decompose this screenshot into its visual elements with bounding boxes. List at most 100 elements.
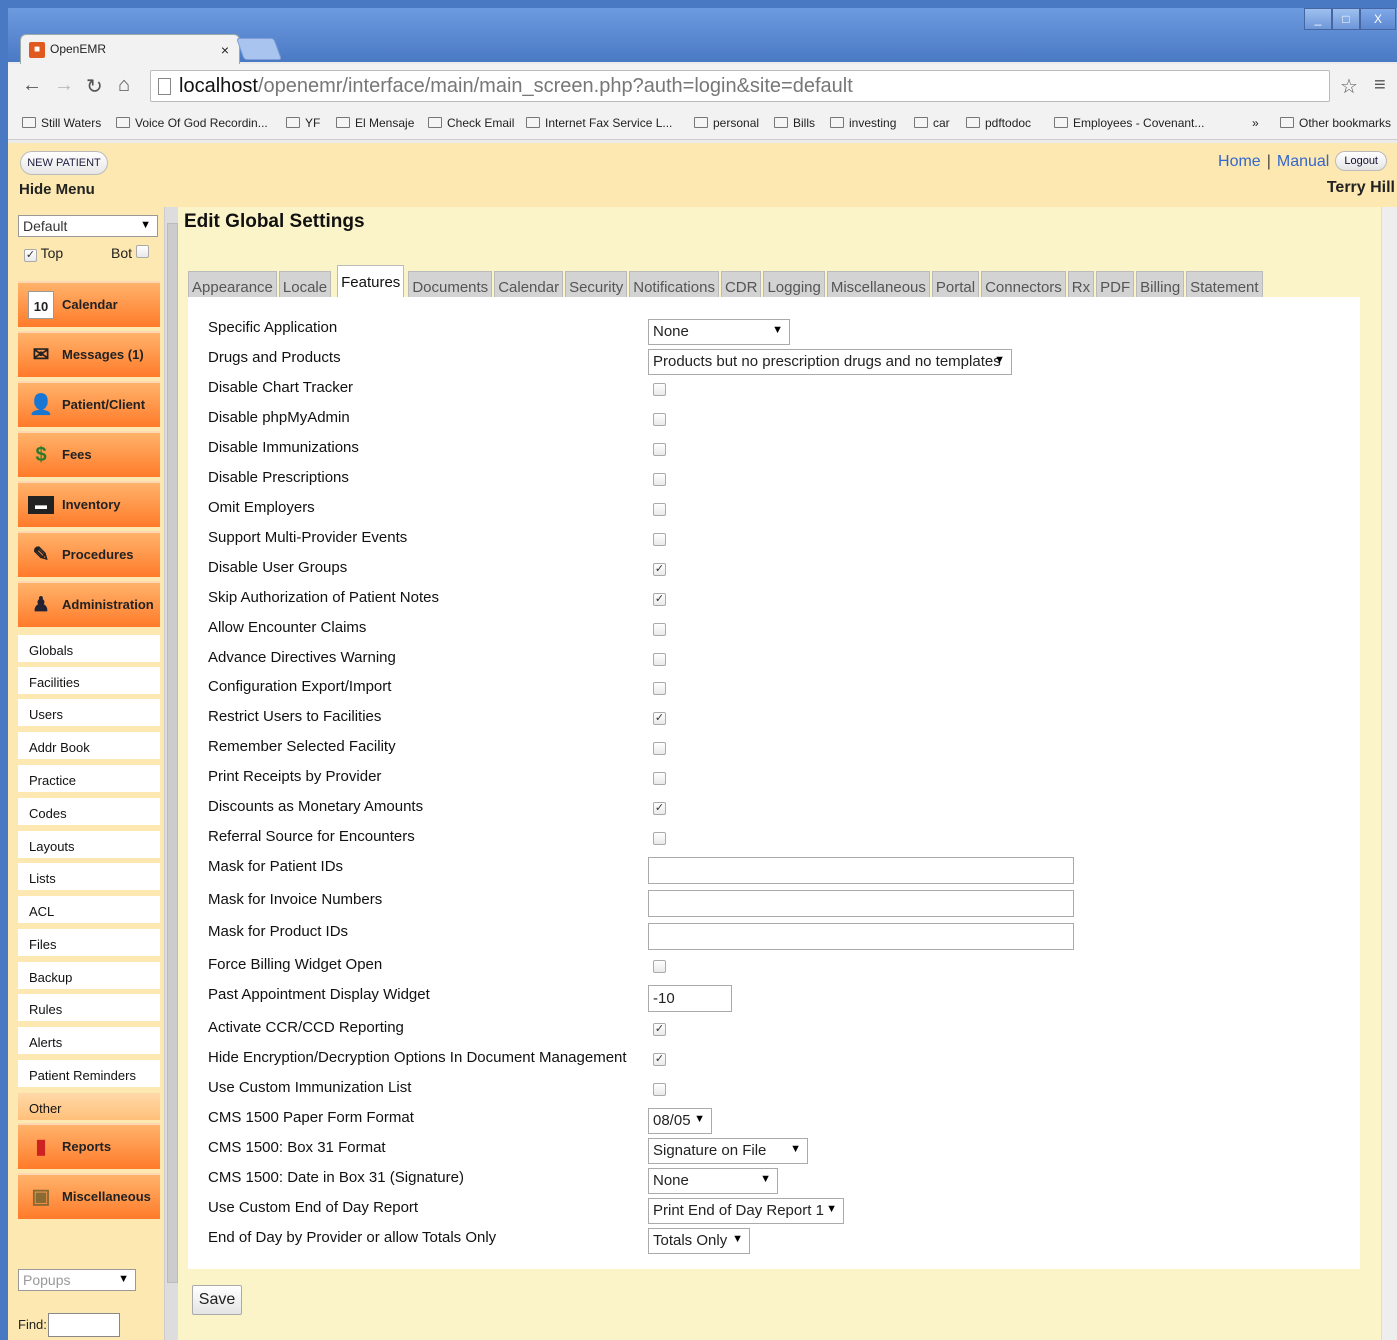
content-scrollbar[interactable] [1381,207,1397,1340]
admin-item-patient-reminders[interactable]: Patient Reminders [18,1060,160,1090]
bookmark-item[interactable]: Internet Fax Service L... [526,116,672,130]
setting-checkbox[interactable] [653,1083,666,1096]
setting-checkbox[interactable] [653,503,666,516]
nav-inventory[interactable]: ▬ Inventory [18,481,160,527]
admin-item-files[interactable]: Files [18,929,160,959]
setting-label: Omit Employers [208,499,315,516]
nav-reports[interactable]: ▮ Reports [18,1123,160,1169]
nav-patient-client[interactable]: 👤 Patient/Client [18,381,160,427]
nav-administration[interactable]: ♟ Administration [18,581,160,627]
find-input[interactable] [48,1313,120,1337]
admin-item-facilities[interactable]: Facilities [18,667,160,697]
new-tab-button[interactable] [235,38,283,60]
star-icon[interactable]: ☆ [1340,74,1358,99]
new-patient-button[interactable]: NEW PATIENT [20,151,108,175]
setting-checkbox[interactable]: ✓ [653,802,666,815]
minimize-button[interactable]: _ [1304,8,1332,30]
bookmark-item[interactable]: El Mensaje [336,116,414,130]
manual-link[interactable]: Manual [1277,153,1329,170]
nav-calendar[interactable]: 10 Calendar [18,281,160,327]
box31-format-select[interactable]: Signature on File ▼ [648,1138,808,1164]
address-bar[interactable]: localhost/openemr/interface/main/main_sc… [150,70,1330,102]
admin-item-globals[interactable]: Globals [18,635,160,665]
setting-checkbox[interactable] [653,653,666,666]
box31-date-select[interactable]: None ▼ [648,1168,778,1194]
nav-other[interactable]: Other [18,1093,160,1123]
link-separator: | [1266,153,1271,170]
admin-item-backup[interactable]: Backup [18,962,160,992]
admin-item-lists[interactable]: Lists [18,863,160,893]
close-window-button[interactable]: X [1360,8,1396,30]
setting-checkbox[interactable] [653,383,666,396]
menu-icon[interactable]: ≡ [1374,74,1386,97]
nav-messages[interactable]: ✉ Messages (1) [18,331,160,377]
end-of-day-report-select[interactable]: Print End of Day Report 1 ▼ [648,1198,844,1224]
cms1500-format-select[interactable]: 08/05 ▼ [648,1108,712,1134]
other-bookmarks[interactable]: Other bookmarks [1280,116,1391,130]
setting-checkbox[interactable] [653,742,666,755]
bookmark-item[interactable]: YF [286,116,320,130]
bookmarks-overflow[interactable]: » [1252,116,1259,130]
bookmark-folder[interactable]: Bills [774,116,815,130]
setting-checkbox[interactable] [653,413,666,426]
admin-item-users[interactable]: Users [18,699,160,729]
bookmark-folder[interactable]: personal [694,116,759,130]
setting-checkbox[interactable] [653,682,666,695]
admin-item-practice[interactable]: Practice [18,765,160,795]
setting-checkbox[interactable]: ✓ [653,712,666,725]
hide-menu-link[interactable]: Hide Menu [19,181,95,198]
bookmark-item[interactable]: Check Email [428,116,514,130]
past-appointment-input[interactable]: -10 [648,985,732,1012]
setting-checkbox[interactable]: ✓ [653,563,666,576]
maximize-button[interactable]: □ [1332,8,1360,30]
save-button[interactable]: Save [192,1285,242,1315]
scrollbar-thumb[interactable] [167,223,178,1283]
setting-checkbox[interactable] [653,772,666,785]
bookmark-folder[interactable]: pdftodoc [966,116,1031,130]
bot-frame-toggle[interactable]: Bot [111,245,149,261]
admin-item-alerts[interactable]: Alerts [18,1027,160,1057]
browser-tab[interactable]: ■ OpenEMR × [20,34,240,64]
patient-id-mask-input[interactable] [648,857,1074,884]
layout-select[interactable]: Default ▼ [18,215,158,237]
home-link[interactable]: Home [1218,153,1261,170]
admin-item-rules[interactable]: Rules [18,994,160,1024]
bookmark-item[interactable]: Employees - Covenant... [1054,116,1204,130]
admin-item-acl[interactable]: ACL [18,896,160,926]
popups-select[interactable]: Popups ▼ [18,1269,136,1291]
specific-application-select[interactable]: None ▼ [648,319,790,345]
product-id-mask-input[interactable] [648,923,1074,950]
reload-icon[interactable]: ↻ [86,74,103,99]
admin-item-codes[interactable]: Codes [18,798,160,828]
forward-icon[interactable]: → [54,74,74,97]
bot-checkbox[interactable] [135,245,149,258]
setting-checkbox[interactable] [653,473,666,486]
setting-checkbox[interactable]: ✓ [653,1053,666,1066]
nav-miscellaneous[interactable]: ▣ Miscellaneous [18,1173,160,1219]
admin-item-addr-book[interactable]: Addr Book [18,732,160,762]
top-frame-toggle[interactable]: ✓ Top [24,245,63,262]
home-icon[interactable]: ⌂ [118,74,130,97]
setting-label: Referral Source for Encounters [208,828,415,845]
nav-fees[interactable]: $ Fees [18,431,160,477]
setting-checkbox[interactable]: ✓ [653,593,666,606]
admin-item-layouts[interactable]: Layouts [18,831,160,861]
nav-procedures[interactable]: ✎ Procedures [18,531,160,577]
bookmark-item[interactable]: Still Waters [22,116,101,130]
back-icon[interactable]: ← [22,74,42,97]
setting-checkbox[interactable] [653,533,666,546]
totals-only-select[interactable]: Totals Only ▼ [648,1228,750,1254]
drugs-products-select[interactable]: Products but no prescription drugs and n… [648,349,1012,375]
bookmark-folder[interactable]: car [914,116,950,130]
invoice-mask-input[interactable] [648,890,1074,917]
logout-button[interactable]: Logout [1335,151,1387,171]
setting-checkbox[interactable] [653,832,666,845]
setting-checkbox[interactable] [653,443,666,456]
top-checkbox[interactable]: ✓ [24,249,37,262]
setting-checkbox[interactable] [653,960,666,973]
setting-checkbox[interactable] [653,623,666,636]
setting-checkbox[interactable]: ✓ [653,1023,666,1036]
bookmark-folder[interactable]: investing [830,116,896,130]
tab-close-icon[interactable]: × [221,42,229,58]
bookmark-item[interactable]: Voice Of God Recordin... [116,116,268,130]
